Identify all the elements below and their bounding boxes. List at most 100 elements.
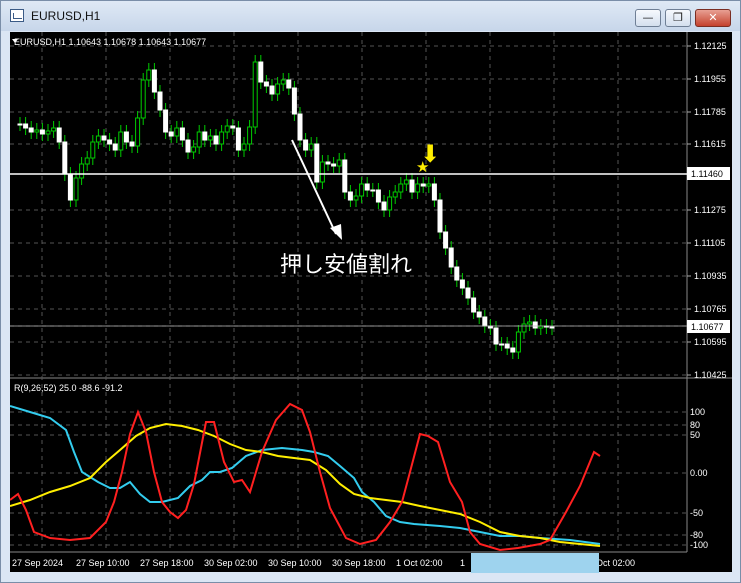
candle-body: [219, 131, 225, 145]
candle-body: [129, 141, 135, 147]
candle-body: [319, 161, 325, 183]
candle-body: [415, 183, 421, 193]
candle-body: [359, 183, 365, 197]
time-tick-label: 27 Sep 2024: [12, 558, 63, 568]
indicator-tick-label: -80: [690, 530, 703, 540]
candle-body: [241, 143, 247, 151]
price-tick-label: 1.11955: [694, 74, 726, 84]
price-tick-label: 1.12125: [694, 41, 727, 51]
candle-body: [39, 129, 45, 135]
minimize-button[interactable]: —: [635, 9, 661, 27]
candle-body: [280, 79, 286, 85]
candle-body: [353, 195, 359, 201]
scrollbar-highlight[interactable]: [471, 553, 599, 573]
close-icon: ✕: [708, 11, 718, 24]
candle-body: [140, 79, 146, 119]
time-tick-label: 30 Sep 10:00: [268, 558, 322, 568]
candle-body: [325, 161, 331, 165]
candle-body: [387, 196, 393, 211]
candle-body: [471, 297, 477, 313]
candle-body: [532, 321, 538, 329]
indicator-tick-label: -50: [690, 508, 703, 518]
price-tick-label: 1.10765: [694, 304, 727, 314]
candle-body: [482, 316, 488, 327]
time-tick-label: 1: [460, 558, 465, 568]
candle-body: [347, 191, 353, 201]
chart-header: EURUSD,H1 1.10643 1.10678 1.10643 1.1067…: [14, 37, 206, 47]
candle-body: [224, 125, 230, 133]
time-tick-label: 27 Sep 10:00: [76, 558, 130, 568]
candle-body: [179, 127, 185, 141]
restore-button[interactable]: ❐: [665, 9, 691, 27]
candle-body: [235, 127, 241, 151]
candle-body: [73, 177, 79, 201]
candle-body: [62, 141, 68, 175]
indicator-line-yellow: [10, 422, 601, 547]
price-tick-label: 1.11275: [694, 205, 726, 215]
indicator-line-cyan: [10, 405, 601, 545]
candle-body: [185, 139, 191, 153]
candle-body: [163, 109, 169, 133]
candle-body: [247, 126, 253, 145]
candle-body: [34, 129, 40, 133]
candle-body: [437, 199, 443, 233]
indicator-tick-label: 50: [690, 430, 700, 440]
time-tick-label: 30 Sep 18:00: [332, 558, 386, 568]
candle-body: [202, 131, 208, 141]
candle-body: [381, 201, 387, 211]
candle-body: [28, 127, 34, 133]
candle-body: [45, 130, 51, 135]
candle-body: [213, 135, 219, 145]
window-title: EURUSD,H1: [31, 9, 101, 23]
candle-body: [168, 131, 174, 137]
close-button[interactable]: ✕: [695, 9, 731, 27]
minimize-icon: —: [642, 11, 654, 24]
candle-body: [263, 81, 269, 87]
indicator-tick-label: 0.00: [690, 468, 708, 478]
candle-body: [392, 191, 398, 198]
candle-body: [67, 173, 73, 201]
candle-body: [291, 87, 297, 115]
candle-body: [56, 127, 62, 143]
price-tick-label: 1.10595: [694, 337, 727, 347]
indicator-axis: 100 8050 0.00 -50 -80-100: [690, 407, 708, 550]
chart-svg[interactable]: EURUSD,H1 1.10643 1.10678 1.10643 1.1067…: [10, 32, 732, 572]
candle-body: [191, 146, 197, 153]
time-tick-label: 1 Oct 02:00: [396, 558, 443, 568]
indicator-tick-label: 80: [690, 420, 700, 430]
candle-body: [135, 117, 141, 147]
candle-body: [443, 231, 449, 249]
candle-body: [527, 321, 533, 325]
down-arrow-icon: ⬇: [420, 140, 440, 168]
price-tick-label: 1.10425: [694, 370, 727, 380]
candle-body: [549, 326, 555, 329]
candle-body: [258, 61, 264, 83]
candle-body: [151, 69, 157, 93]
candle-body: [207, 135, 213, 141]
candle-body: [308, 143, 314, 151]
indicator-tick-label: 100: [690, 407, 705, 417]
candle-body: [459, 279, 465, 289]
candle-body: [375, 189, 381, 203]
price-tick-label: 1.10935: [694, 271, 727, 281]
candle-body: [370, 189, 376, 192]
candle-body: [157, 91, 163, 111]
chart-canvas[interactable]: EURUSD,H1 1.10643 1.10678 1.10643 1.1067…: [10, 32, 732, 572]
time-tick-label: 30 Sep 02:00: [204, 558, 258, 568]
indicator-line-red: [10, 402, 601, 552]
title-bar[interactable]: EURUSD,H1 — ❐ ✕: [1, 1, 740, 31]
price-tick-label: 1.11105: [694, 238, 725, 248]
candle-body: [297, 113, 303, 141]
candle-body: [431, 183, 437, 201]
candle-body: [269, 85, 275, 95]
candle-body: [252, 61, 258, 128]
candle-body: [174, 127, 180, 137]
time-tick-label: 27 Sep 18:00: [140, 558, 194, 568]
candle-body: [286, 79, 292, 89]
candle-body: [118, 131, 124, 151]
candle-body: [426, 183, 432, 187]
annotation-arrow-line: [291, 139, 337, 235]
annotation-text: 押し安値割れ: [280, 253, 412, 278]
candle-body: [51, 127, 57, 132]
support-price-label: 1.11460: [691, 169, 723, 179]
